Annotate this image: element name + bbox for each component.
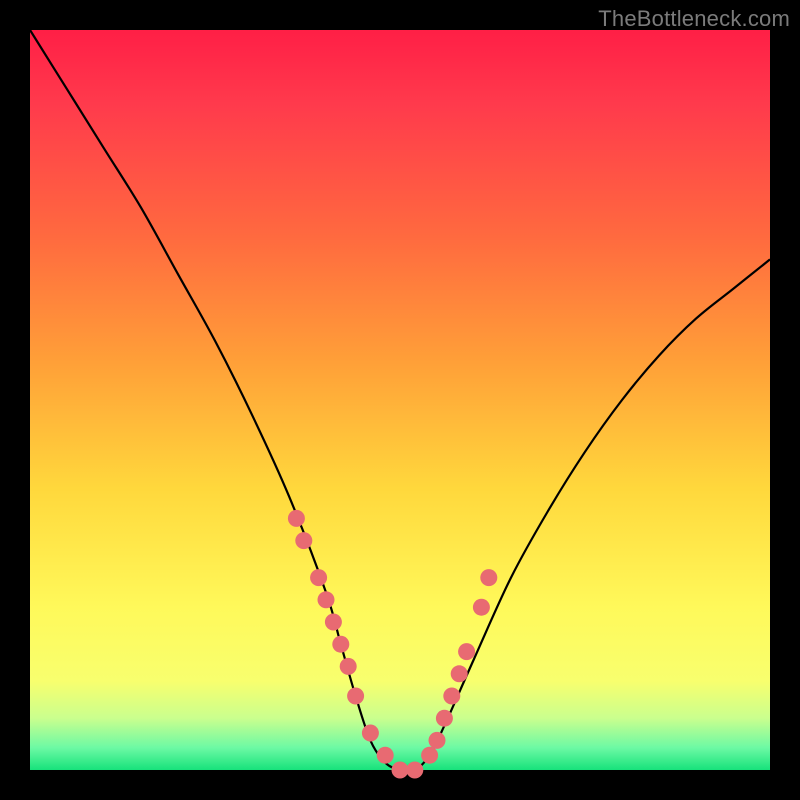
sample-dot	[473, 599, 490, 616]
sample-dot	[406, 762, 423, 779]
sample-dot	[392, 762, 409, 779]
sample-dot	[295, 532, 312, 549]
sample-dot	[443, 688, 460, 705]
watermark-text: TheBottleneck.com	[598, 6, 790, 32]
sample-dot	[310, 569, 327, 586]
sample-dot	[288, 510, 305, 527]
sample-dot	[318, 591, 335, 608]
sample-dot	[421, 747, 438, 764]
sample-dot	[332, 636, 349, 653]
sample-dot	[362, 725, 379, 742]
bottleneck-curve	[30, 30, 770, 771]
chart-frame: TheBottleneck.com	[0, 0, 800, 800]
sample-dot	[458, 643, 475, 660]
sample-dot	[480, 569, 497, 586]
sample-dot	[451, 665, 468, 682]
sample-dots	[288, 510, 497, 779]
chart-svg	[30, 30, 770, 770]
sample-dot	[347, 688, 364, 705]
sample-dot	[325, 614, 342, 631]
sample-dot	[377, 747, 394, 764]
sample-dot	[340, 658, 357, 675]
sample-dot	[436, 710, 453, 727]
sample-dot	[429, 732, 446, 749]
